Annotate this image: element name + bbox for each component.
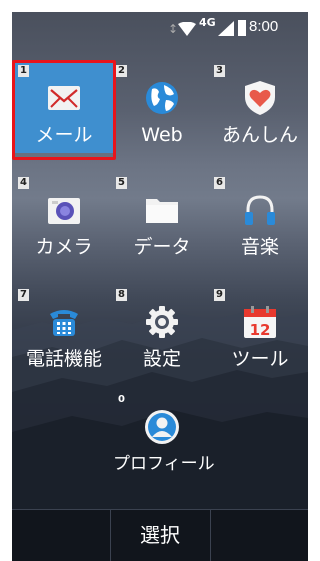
camera-icon bbox=[48, 198, 80, 224]
app-camera[interactable]: 4 カメラ bbox=[15, 175, 113, 265]
shortcut-number: 0 bbox=[118, 394, 125, 405]
app-anshin[interactable]: 3 あんしん bbox=[211, 63, 308, 153]
calendar-icon: 12 bbox=[244, 306, 276, 339]
signal-icon bbox=[218, 21, 234, 36]
profile-icon bbox=[145, 410, 179, 444]
shortcut-number: 6 bbox=[214, 177, 225, 189]
shortcut-number: 7 bbox=[18, 289, 29, 301]
shortcut-number: 3 bbox=[214, 65, 225, 77]
softkey-divider bbox=[210, 510, 211, 561]
shortcut-number: 8 bbox=[116, 289, 127, 301]
network-type: 4G bbox=[199, 16, 216, 29]
shortcut-number: 5 bbox=[116, 177, 127, 189]
shortcut-number: 2 bbox=[116, 65, 127, 77]
softkey-center-select[interactable]: 選択 bbox=[110, 522, 210, 548]
headphones-icon bbox=[245, 195, 275, 225]
app-profile[interactable]: 0 プロフィール bbox=[113, 392, 215, 482]
app-label: メール bbox=[35, 124, 93, 146]
softkey-bar: 選択 bbox=[12, 509, 308, 561]
clock: 8:00 bbox=[249, 18, 279, 35]
app-label: カメラ bbox=[35, 236, 93, 258]
app-label: ツール bbox=[231, 348, 289, 370]
app-mail[interactable]: 1 メール bbox=[12, 60, 116, 160]
app-data[interactable]: 5 データ bbox=[113, 175, 211, 265]
shortcut-number: 4 bbox=[18, 177, 29, 189]
phone-icon bbox=[50, 310, 78, 336]
app-label: 音楽 bbox=[240, 236, 279, 258]
app-tools[interactable]: 9 12 ツール bbox=[211, 287, 308, 377]
folder-icon bbox=[146, 199, 178, 223]
app-label: プロフィール bbox=[113, 454, 215, 474]
status-bar: ↕ 4G 8:00 bbox=[12, 12, 308, 46]
battery-icon bbox=[238, 20, 246, 36]
app-settings[interactable]: 8 設定 bbox=[113, 287, 211, 377]
shortcut-number: 1 bbox=[18, 65, 29, 77]
gear-icon bbox=[146, 306, 178, 338]
app-label: あんしん bbox=[221, 124, 298, 146]
app-label: 電話機能 bbox=[25, 348, 102, 370]
app-music[interactable]: 6 音楽 bbox=[211, 175, 308, 265]
app-label: 設定 bbox=[142, 348, 181, 370]
data-arrows-icon: ↕ bbox=[168, 22, 179, 36]
app-web[interactable]: 2 Web bbox=[113, 63, 211, 153]
globe-icon bbox=[146, 82, 178, 114]
home-screen: ↕ 4G 8:00 1 メール 2 Web 3 あんしん 4 カメラ 5 データ… bbox=[12, 12, 308, 561]
shield-heart-icon bbox=[245, 81, 275, 115]
app-label: データ bbox=[133, 236, 191, 258]
app-label: Web bbox=[141, 124, 183, 146]
calendar-day: 12 bbox=[250, 321, 271, 339]
wifi-icon bbox=[178, 22, 196, 36]
app-phone[interactable]: 7 電話機能 bbox=[15, 287, 113, 377]
mail-icon bbox=[48, 86, 80, 110]
shortcut-number: 9 bbox=[214, 289, 225, 301]
